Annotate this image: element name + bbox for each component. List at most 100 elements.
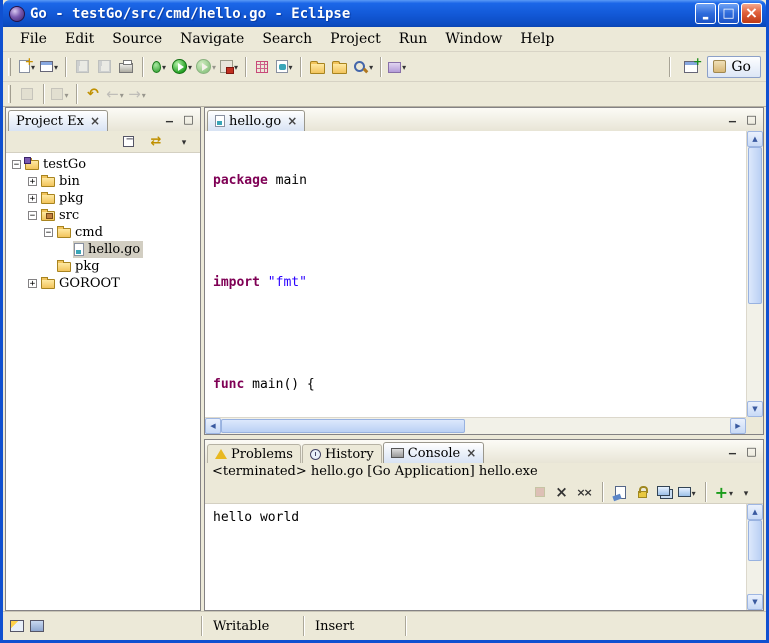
scrollbar-thumb[interactable]	[221, 419, 465, 433]
forward-button[interactable]	[126, 82, 148, 106]
console-output[interactable]: hello world	[205, 504, 746, 610]
external-tools-button[interactable]	[218, 55, 240, 79]
menu-run[interactable]: Run	[390, 29, 437, 49]
tab-console[interactable]: Console	[383, 442, 485, 463]
titlebar[interactable]: Go - testGo/src/cmd/hello.go - Eclipse	[3, 0, 766, 27]
tree-item-cmd[interactable]: cmd	[6, 224, 200, 241]
tree-item-src[interactable]: src	[6, 207, 200, 224]
toolbar-grip[interactable]	[8, 58, 11, 76]
display-console-button[interactable]	[678, 485, 696, 500]
menu-project[interactable]: Project	[321, 29, 390, 49]
maximize-button[interactable]	[718, 3, 739, 24]
scrollbar-track[interactable]	[221, 418, 730, 434]
team-button[interactable]	[386, 55, 408, 79]
tree-item-goroot[interactable]: GOROOT	[6, 275, 200, 292]
open-console-button[interactable]	[715, 483, 733, 502]
pin-console-icon	[657, 486, 670, 496]
tree-item-pkg[interactable]: pkg	[6, 190, 200, 207]
link-with-editor-button[interactable]	[145, 130, 167, 154]
menu-help[interactable]: Help	[511, 29, 563, 49]
previous-annotation-button[interactable]	[49, 82, 71, 106]
close-icon[interactable]	[466, 446, 476, 461]
menu-search[interactable]: Search	[253, 29, 321, 49]
chevron-down-icon	[63, 87, 68, 102]
tab-problems[interactable]: Problems	[207, 444, 301, 463]
tree-item-hello-go[interactable]: hello.go	[6, 241, 200, 258]
open-resource-button[interactable]	[328, 55, 350, 79]
expand-expander-icon[interactable]	[28, 194, 37, 203]
scrollbar-thumb[interactable]	[748, 520, 762, 561]
save-button[interactable]	[71, 55, 93, 79]
console-view-menu-button[interactable]	[737, 485, 755, 500]
collapse-expander-icon[interactable]	[28, 211, 37, 220]
collapse-expander-icon[interactable]	[44, 228, 53, 237]
minimize-view-icon[interactable]	[725, 444, 740, 459]
scroll-down-icon[interactable]: ▼	[747, 594, 763, 610]
remove-launch-button[interactable]	[553, 483, 571, 501]
menu-edit[interactable]: Edit	[56, 29, 103, 49]
console-vertical-scrollbar[interactable]: ▲ ▼	[746, 504, 763, 610]
menu-navigate[interactable]: Navigate	[171, 29, 253, 49]
scrollbar-thumb[interactable]	[748, 147, 762, 304]
save-all-button[interactable]	[93, 55, 115, 79]
minimize-view-icon[interactable]	[162, 112, 177, 127]
collapse-all-button[interactable]	[117, 130, 139, 154]
scroll-down-icon[interactable]: ▼	[747, 401, 763, 417]
last-edit-location-button[interactable]	[82, 82, 104, 106]
print-button[interactable]	[115, 55, 137, 79]
toolbar-grip[interactable]	[8, 85, 11, 103]
scrollbar-track[interactable]	[747, 520, 763, 594]
tree-item-src-pkg[interactable]: pkg	[6, 258, 200, 275]
menu-file[interactable]: File	[11, 29, 56, 49]
maximize-view-icon[interactable]	[744, 112, 759, 127]
scroll-lock-button[interactable]	[634, 486, 652, 498]
search-button[interactable]	[350, 55, 375, 79]
back-button[interactable]	[104, 82, 126, 106]
go-application-button[interactable]	[273, 55, 295, 79]
expand-expander-icon[interactable]	[28, 279, 37, 288]
tab-history[interactable]: History	[302, 444, 382, 463]
run-button[interactable]	[170, 55, 194, 79]
menu-source[interactable]: Source	[103, 29, 171, 49]
expand-expander-icon[interactable]	[28, 177, 37, 186]
scroll-left-icon[interactable]: ◀	[205, 418, 221, 434]
open-perspective-button[interactable]	[680, 55, 702, 79]
clear-console-button[interactable]	[612, 486, 630, 499]
new-window-button[interactable]	[38, 55, 60, 79]
run-history-button[interactable]	[194, 55, 218, 79]
maximize-view-icon[interactable]	[744, 444, 759, 459]
tree-item-bin[interactable]: bin	[6, 173, 200, 190]
debug-button[interactable]	[148, 55, 170, 79]
minimize-view-icon[interactable]	[725, 112, 740, 127]
view-menu-button[interactable]	[173, 130, 195, 154]
editor-vertical-scrollbar[interactable]: ▲ ▼	[746, 131, 763, 417]
terminate-button[interactable]	[531, 487, 549, 497]
go-perspective-button[interactable]: Go	[707, 56, 761, 78]
close-icon[interactable]	[90, 114, 100, 129]
scroll-up-icon[interactable]: ▲	[747, 504, 763, 520]
close-icon[interactable]	[287, 114, 297, 129]
open-folder-icon	[310, 63, 325, 74]
scroll-right-icon[interactable]: ▶	[730, 418, 746, 434]
scroll-up-icon[interactable]: ▲	[747, 131, 763, 147]
new-go-element-button[interactable]	[251, 55, 273, 79]
tab-hello-go[interactable]: hello.go	[207, 110, 305, 131]
open-folder-button[interactable]	[306, 55, 328, 79]
editor-horizontal-scrollbar[interactable]: ◀ ▶	[205, 417, 746, 434]
project-tree[interactable]: testGo bin pkg src	[6, 153, 200, 610]
collapse-expander-icon[interactable]	[12, 160, 21, 169]
tab-project-explorer[interactable]: Project Ex	[8, 110, 108, 131]
new-wizard-button[interactable]	[16, 55, 38, 79]
menu-window[interactable]: Window	[436, 29, 511, 49]
perspective-shortcut-button[interactable]	[30, 620, 44, 632]
scrollbar-track[interactable]	[747, 147, 763, 401]
tree-item-testgo[interactable]: testGo	[6, 156, 200, 173]
pin-console-button[interactable]	[656, 486, 674, 499]
close-button[interactable]	[741, 3, 762, 24]
code-editor[interactable]: package main import "fmt" func main() { …	[205, 131, 746, 417]
next-annotation-button[interactable]	[16, 82, 38, 106]
remove-all-launches-button[interactable]	[575, 485, 593, 500]
fast-view-button[interactable]	[10, 620, 24, 632]
maximize-view-icon[interactable]	[181, 112, 196, 127]
minimize-button[interactable]	[695, 3, 716, 24]
